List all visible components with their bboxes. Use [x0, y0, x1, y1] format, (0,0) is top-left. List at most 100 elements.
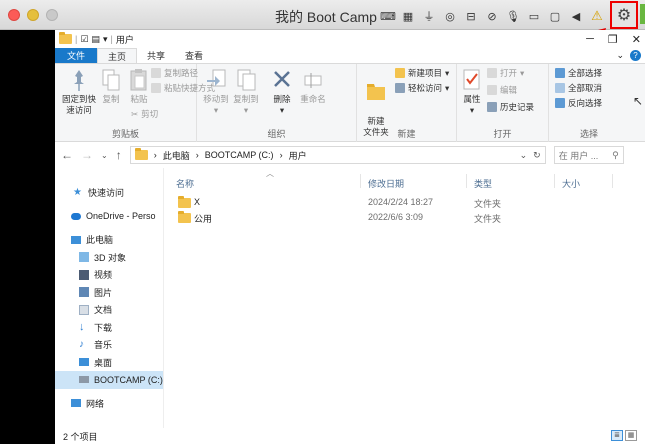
copy-path-button[interactable]: 复制路径: [151, 67, 198, 79]
file-date: 2024/2/24 18:27: [368, 197, 434, 207]
breadcrumb-this-pc[interactable]: 此电脑: [163, 149, 190, 162]
camera-icon[interactable]: ▢: [548, 10, 562, 23]
table-row[interactable]: 公用 2022/6/6 3:09 文件夹: [164, 210, 645, 225]
table-row[interactable]: X 2024/2/24 18:27 文件夹: [164, 195, 645, 210]
history-button[interactable]: 历史记录: [487, 101, 534, 113]
copy-to-button[interactable]: 复制到 ▾: [231, 68, 261, 116]
nav-music[interactable]: ♪ 音乐: [55, 336, 163, 354]
cut-button[interactable]: ✂ 剪切: [131, 108, 158, 120]
column-name[interactable]: 名称: [176, 177, 194, 190]
paste-button[interactable]: 粘贴: [127, 68, 151, 105]
open-group: 属性 ▾ 打开 ▾ 编辑 历史记录 打开: [457, 64, 549, 142]
back-arrow-icon[interactable]: ←: [61, 148, 73, 162]
delete-x-icon: [274, 71, 290, 87]
item-count: 2 个项目: [63, 431, 98, 442]
column-type[interactable]: 类型: [474, 177, 492, 190]
usb-icon[interactable]: ⏚: [422, 8, 436, 24]
mic-icon[interactable]: 🎙: [506, 10, 520, 23]
memory-icon[interactable]: ▦: [401, 10, 415, 23]
status-bar: 2 个项目 ≣ ▦: [55, 428, 645, 444]
select-none-button[interactable]: 全部取消: [555, 82, 602, 94]
nav-bootcamp-drive[interactable]: BOOTCAMP (C:): [55, 371, 163, 389]
display-icon[interactable]: ▭: [527, 10, 541, 23]
column-size[interactable]: 大小: [562, 177, 580, 190]
nav-quick-access[interactable]: ★ 快速访问: [55, 184, 163, 202]
tab-share[interactable]: 共享: [137, 48, 175, 63]
address-bar[interactable]: › 此电脑 › BOOTCAMP (C:) › 用户 ⌄ ↻: [129, 146, 546, 164]
nav-documents[interactable]: 文档: [55, 301, 163, 319]
new-folder-qa-icon[interactable]: ▤: [91, 34, 100, 45]
nav-pictures[interactable]: 图片: [55, 284, 163, 302]
column-date[interactable]: 修改日期: [368, 177, 404, 190]
nav-3d-objects[interactable]: 3D 对象: [55, 249, 163, 267]
nav-onedrive[interactable]: OneDrive - Perso: [55, 208, 163, 226]
sound-icon[interactable]: ◀: [569, 10, 583, 23]
easy-access-button[interactable]: 轻松访问 ▾: [395, 82, 449, 94]
ribbon: 固定到快 速访问 复制 粘贴 复制路径 粘贴快捷方式 ✂ 剪切 剪贴板 移动到 ▾: [55, 64, 645, 142]
forward-arrow-icon[interactable]: →: [81, 148, 93, 162]
chevron-down-icon[interactable]: ⌄: [616, 50, 624, 61]
file-type: 文件夹: [474, 214, 502, 224]
mac-zoom-button[interactable]: [46, 9, 58, 21]
refresh-icon[interactable]: ↻: [533, 150, 541, 161]
properties-icon: [463, 69, 480, 90]
invert-selection-button[interactable]: 反向选择: [555, 97, 602, 109]
open-icon: [487, 68, 497, 78]
select-group-label: 选择: [579, 129, 598, 139]
music-icon: ♪: [79, 338, 84, 350]
pin-quick-access-button[interactable]: 固定到快 速访问: [59, 68, 99, 116]
no-video-icon[interactable]: ⊘: [485, 10, 499, 23]
restore-button[interactable]: ❐: [608, 33, 618, 46]
search-input[interactable]: 在 用户 ... ⚲: [553, 146, 624, 164]
nav-network[interactable]: 网络: [55, 395, 163, 413]
up-arrow-icon[interactable]: ↑: [116, 148, 122, 162]
large-icons-view-icon[interactable]: ▦: [625, 430, 637, 441]
video-icon: [79, 269, 89, 280]
breadcrumb-users[interactable]: 用户: [289, 149, 307, 162]
organize-group-label: 组织: [267, 129, 286, 139]
edge-indicator: [640, 4, 645, 24]
select-all-button[interactable]: 全部选择: [555, 67, 602, 79]
copy-button[interactable]: 复制: [99, 68, 123, 105]
close-button[interactable]: ✕: [632, 33, 641, 46]
address-row: ← → ⌄ ↑ › 此电脑 › BOOTCAMP (C:) › 用户 ⌄ ↻ 在…: [55, 142, 645, 168]
tab-view[interactable]: 查看: [175, 48, 213, 63]
breadcrumb-bootcamp[interactable]: BOOTCAMP (C:): [205, 150, 274, 160]
network-icon[interactable]: ⊟: [464, 10, 478, 23]
nav-videos[interactable]: 视频: [55, 266, 163, 284]
tab-home[interactable]: 主页: [97, 48, 138, 63]
warning-icon[interactable]: ⚠: [590, 8, 604, 24]
help-icon[interactable]: ?: [630, 50, 641, 61]
window-controls: ─ ❐ ✕: [586, 30, 641, 48]
keyboard-icon[interactable]: ⌨: [380, 10, 396, 23]
move-to-button[interactable]: 移动到 ▾: [201, 68, 231, 116]
mac-close-button[interactable]: [8, 9, 20, 21]
recent-dropdown-icon[interactable]: ⌄: [101, 151, 108, 160]
delete-button[interactable]: 删除 ▾: [271, 68, 293, 116]
mac-minimize-button[interactable]: [27, 9, 39, 21]
cd-icon[interactable]: ◎: [443, 10, 457, 23]
tab-file[interactable]: 文件: [55, 48, 98, 63]
properties-button[interactable]: 属性 ▾: [459, 68, 485, 116]
invert-selection-icon: [555, 98, 565, 108]
minimize-button[interactable]: ─: [586, 33, 594, 45]
nav-this-pc[interactable]: 此电脑: [55, 231, 163, 249]
desktop-icon: [79, 358, 89, 367]
properties-qa-icon[interactable]: ☑: [80, 34, 88, 45]
mouse-cursor-icon: ↖: [632, 94, 643, 108]
rename-button[interactable]: 重命名: [297, 68, 329, 105]
open-button[interactable]: 打开 ▾: [487, 67, 524, 79]
address-dropdown-icon[interactable]: ⌄: [520, 150, 528, 161]
select-all-icon: [555, 68, 565, 78]
mac-title-bar: 我的 Boot Camp ⌨ ▦ ⏚ ◎ ⊟ ⊘ 🎙 ▭ ▢ ◀ ⚠ ⚙: [0, 0, 645, 49]
nav-downloads[interactable]: ↓ 下载: [55, 319, 163, 337]
settings-gear-button[interactable]: ⚙: [610, 1, 638, 29]
explorer-body: ★ 快速访问 OneDrive - Perso 此电脑 3D 对象 视频 图片 文…: [55, 168, 645, 428]
details-view-icon[interactable]: ≣: [611, 430, 623, 441]
edit-button[interactable]: 编辑: [487, 84, 517, 96]
picture-icon: [79, 287, 89, 298]
cube-icon: [79, 252, 89, 263]
nav-desktop[interactable]: 桌面: [55, 354, 163, 372]
new-item-button[interactable]: 新建项目 ▾: [395, 67, 449, 79]
qa-dropdown-icon[interactable]: ▾: [103, 34, 108, 45]
